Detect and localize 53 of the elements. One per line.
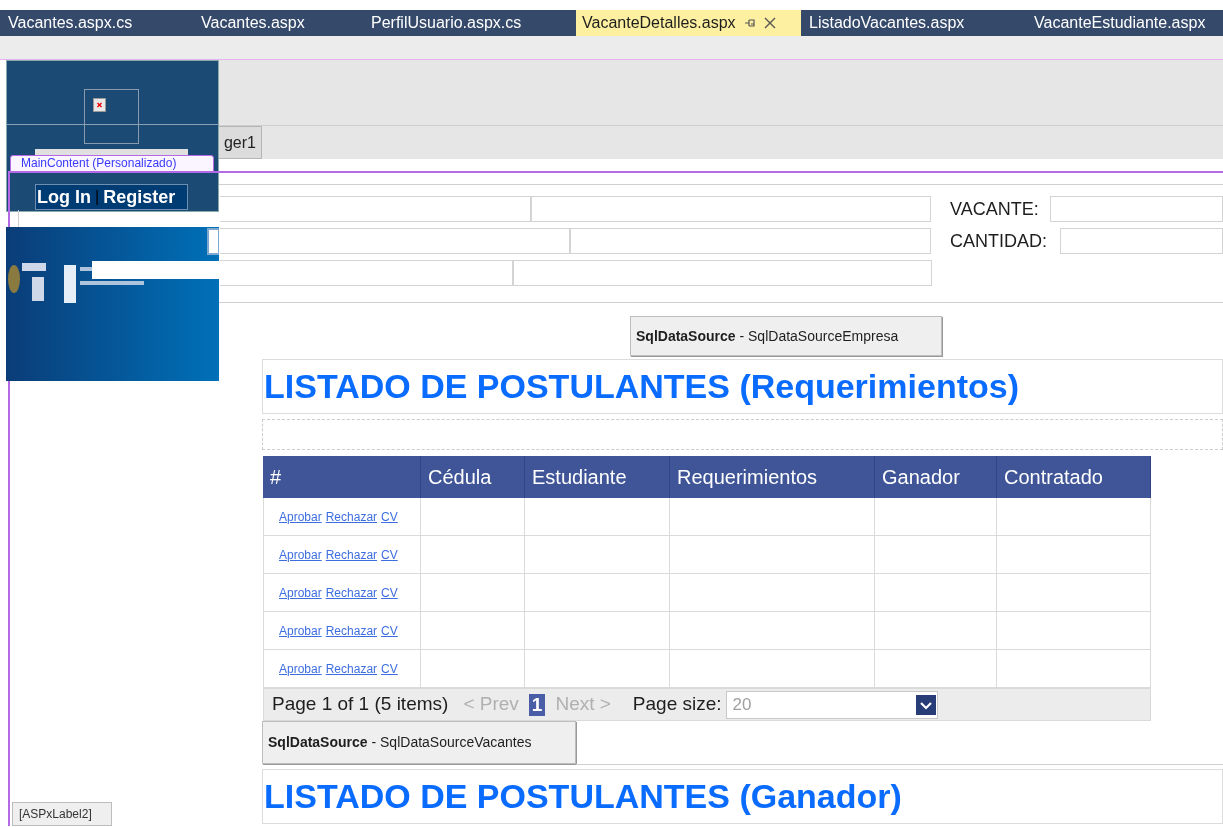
file-tab[interactable]: VacanteDetalles.aspx bbox=[576, 10, 801, 36]
action-link[interactable]: Aprobar bbox=[279, 583, 322, 602]
pager-summary: Page 1 of 1 (5 items) bbox=[272, 692, 449, 717]
control-tag: [ASPxLabel2] bbox=[12, 802, 112, 826]
login-link[interactable]: Log In bbox=[37, 183, 91, 211]
broken-image-icon bbox=[93, 98, 106, 112]
action-link[interactable]: CV bbox=[381, 659, 398, 678]
input-field[interactable] bbox=[531, 196, 931, 222]
action-link[interactable]: Aprobar bbox=[279, 545, 322, 564]
datasource-label: SqlDataSource - SqlDataSourceVacantes bbox=[268, 733, 532, 752]
section-heading: LISTADO DE POSTULANTES (Requerimientos) bbox=[264, 366, 1019, 407]
input-field[interactable] bbox=[1050, 196, 1223, 222]
file-tab[interactable]: Vacantes.aspx bbox=[193, 10, 363, 36]
column-header: # bbox=[263, 456, 421, 498]
column-header: Requerimientos bbox=[670, 456, 875, 498]
action-link[interactable]: Rechazar bbox=[325, 545, 378, 564]
close-icon[interactable] bbox=[763, 17, 776, 29]
column-header: Estudiante bbox=[525, 456, 670, 498]
input-field[interactable] bbox=[570, 228, 931, 254]
register-link[interactable]: Register bbox=[103, 183, 176, 211]
field-label: CANTIDAD: bbox=[950, 230, 1047, 253]
input-field[interactable] bbox=[513, 260, 932, 286]
dropdown-value: 20 bbox=[732, 693, 752, 716]
file-tab[interactable]: ListadoVacantes.aspx bbox=[801, 10, 1026, 36]
link-separator: | bbox=[95, 187, 100, 207]
file-tab[interactable]: VacanteEstudiante.aspx bbox=[1026, 10, 1223, 36]
action-link[interactable]: Rechazar bbox=[325, 507, 378, 526]
action-link[interactable]: Aprobar bbox=[279, 507, 322, 526]
action-link[interactable]: CV bbox=[381, 621, 398, 640]
file-tab[interactable]: Vacantes.aspx.cs bbox=[0, 10, 193, 36]
action-link[interactable]: Rechazar bbox=[325, 583, 378, 602]
section-heading: LISTADO DE POSTULANTES (Ganador) bbox=[264, 776, 902, 817]
pin-icon[interactable] bbox=[743, 17, 756, 29]
column-header: Contratado bbox=[997, 456, 1151, 498]
input-field[interactable] bbox=[220, 196, 531, 222]
page-size-label: Page size: bbox=[632, 692, 722, 717]
action-link[interactable]: Aprobar bbox=[279, 659, 322, 678]
region-label: MainContent (Personalizado) bbox=[10, 155, 214, 172]
column-header: Ganador bbox=[875, 456, 997, 498]
file-tab[interactable]: PerfilUsuario.aspx.cs bbox=[363, 10, 576, 36]
page-size-dropdown[interactable]: 20 bbox=[725, 690, 938, 719]
input-field[interactable] bbox=[220, 260, 513, 286]
field-label: VACANTE: bbox=[950, 198, 1039, 221]
action-link[interactable]: CV bbox=[381, 545, 398, 564]
action-link[interactable]: Rechazar bbox=[325, 659, 378, 678]
action-link[interactable]: CV bbox=[381, 507, 398, 526]
column-header: Cédula bbox=[421, 456, 525, 498]
page-number[interactable]: 1 bbox=[528, 693, 546, 716]
action-link[interactable]: Aprobar bbox=[279, 621, 322, 640]
action-link[interactable]: CV bbox=[381, 583, 398, 602]
input-field[interactable] bbox=[1060, 228, 1223, 254]
datasource-label: SqlDataSource - SqlDataSourceEmpresa bbox=[636, 326, 899, 346]
action-link[interactable]: Rechazar bbox=[325, 621, 378, 640]
